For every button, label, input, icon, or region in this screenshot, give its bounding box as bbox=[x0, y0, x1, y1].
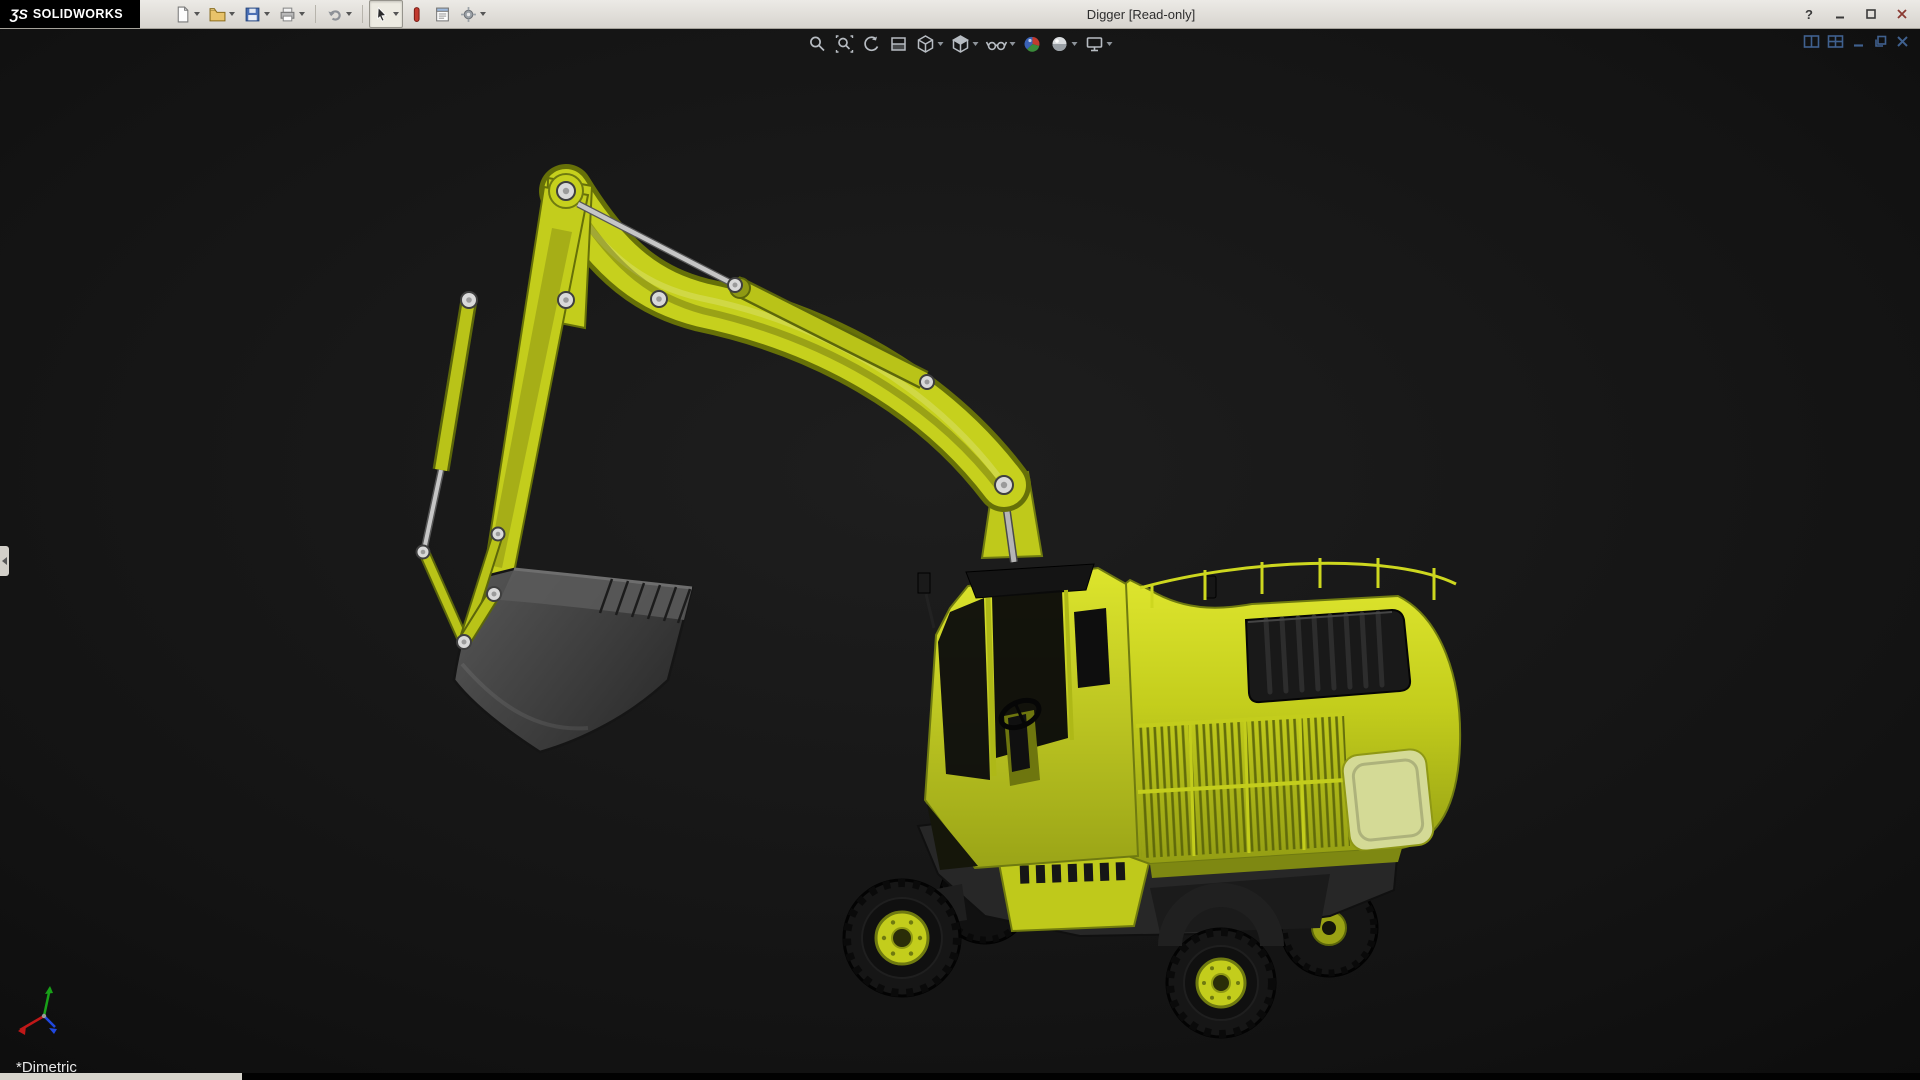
zoom-to-fit-button[interactable] bbox=[806, 32, 830, 56]
view-settings-button[interactable] bbox=[1083, 32, 1115, 56]
view-orientation-button[interactable] bbox=[914, 32, 946, 56]
minimize-icon bbox=[1836, 16, 1844, 19]
graphics-viewport[interactable]: *Dimetric bbox=[0, 28, 1920, 1080]
help-button[interactable]: ? bbox=[1797, 4, 1821, 24]
dropdown-caret-icon bbox=[194, 12, 200, 16]
dropdown-caret-icon bbox=[229, 12, 235, 16]
close-button[interactable] bbox=[1890, 4, 1914, 24]
hide-show-glasses-icon bbox=[985, 41, 1008, 51]
instant3d-icon bbox=[413, 6, 420, 22]
hide-show-items-button[interactable] bbox=[984, 32, 1018, 56]
featuremanager-collapse-tab[interactable] bbox=[0, 546, 9, 576]
dropdown-caret-icon bbox=[480, 12, 486, 16]
select-arrow-icon bbox=[377, 6, 387, 22]
open-button[interactable] bbox=[205, 0, 239, 28]
edit-appearance-sphere-icon bbox=[1024, 36, 1040, 52]
minimize-document-button[interactable] bbox=[1851, 34, 1866, 49]
dropdown-caret-icon bbox=[972, 42, 979, 46]
split-view-button[interactable] bbox=[1803, 34, 1820, 49]
dropdown-caret-icon bbox=[393, 12, 399, 16]
zoom-to-fit-icon bbox=[810, 36, 825, 52]
restore-document-button[interactable] bbox=[1873, 34, 1888, 49]
maximize-icon bbox=[1866, 9, 1876, 19]
edit-appearance-button[interactable] bbox=[1021, 32, 1045, 56]
close-document-button[interactable] bbox=[1895, 34, 1910, 49]
status-bar bbox=[0, 1073, 1920, 1080]
wheel-rear-left[interactable] bbox=[1165, 927, 1277, 1039]
zoom-to-area-icon bbox=[835, 35, 854, 53]
collapse-arrow-icon bbox=[2, 557, 7, 565]
new-document-button[interactable] bbox=[170, 0, 204, 28]
windshield bbox=[938, 598, 990, 780]
view-settings-icon bbox=[1086, 37, 1103, 52]
print-icon bbox=[280, 7, 295, 21]
four-view-button[interactable] bbox=[1827, 34, 1844, 49]
view-orientation-cube-icon bbox=[917, 35, 934, 53]
select-tool-button[interactable] bbox=[369, 0, 403, 28]
engine-hood[interactable] bbox=[1244, 608, 1412, 704]
options-gear-icon bbox=[461, 6, 476, 22]
sheet-properties-icon bbox=[436, 7, 449, 21]
heads-up-view-toolbar bbox=[806, 30, 1115, 58]
undo-button[interactable] bbox=[322, 0, 356, 28]
display-style-button[interactable] bbox=[949, 32, 981, 56]
solidworks-logo: ƷS SOLIDWORKS bbox=[0, 0, 140, 28]
close-document-icon bbox=[1897, 36, 1908, 47]
undo-icon bbox=[328, 9, 341, 21]
previous-view-button[interactable] bbox=[860, 32, 884, 56]
split-view-icon bbox=[1803, 35, 1820, 48]
save-floppy-icon bbox=[245, 7, 260, 21]
display-style-cube-icon bbox=[951, 35, 970, 53]
close-icon bbox=[1897, 9, 1907, 19]
title-bar: ƷS SOLIDWORKS Digger [Read-only] ? bbox=[0, 0, 1920, 29]
toolbar-separator bbox=[315, 5, 316, 23]
model-canvas[interactable] bbox=[0, 28, 1920, 1080]
status-bar-left-segment bbox=[0, 1073, 242, 1080]
minimize-button[interactable] bbox=[1828, 4, 1852, 24]
minimize-document-icon bbox=[1854, 44, 1863, 47]
restore-document-icon bbox=[1875, 35, 1887, 47]
apply-scene-sphere-icon bbox=[1052, 37, 1067, 51]
rear-quarter-window bbox=[1341, 748, 1435, 852]
dropdown-caret-icon bbox=[1106, 42, 1113, 46]
apply-scene-button[interactable] bbox=[1048, 32, 1080, 56]
print-button[interactable] bbox=[275, 0, 309, 28]
instant3d-button[interactable] bbox=[404, 0, 429, 28]
new-document-icon bbox=[177, 6, 189, 22]
options-button[interactable] bbox=[456, 0, 490, 28]
open-folder-icon bbox=[209, 7, 226, 21]
dropdown-caret-icon bbox=[937, 42, 944, 46]
logo-brand-text: SOLIDWORKS bbox=[32, 7, 123, 21]
logo-3ds-glyph: ƷS bbox=[10, 6, 28, 22]
rear-cab-window bbox=[1074, 608, 1110, 688]
main-toolbar bbox=[170, 0, 490, 28]
four-view-icon bbox=[1827, 35, 1844, 48]
mirror bbox=[917, 572, 931, 594]
dropdown-caret-icon bbox=[299, 12, 305, 16]
section-view-button[interactable] bbox=[887, 32, 911, 56]
window-controls: ? bbox=[1797, 0, 1914, 28]
dropdown-caret-icon bbox=[264, 12, 270, 16]
wheel-front-left[interactable] bbox=[842, 878, 962, 998]
maximize-button[interactable] bbox=[1859, 4, 1883, 24]
previous-view-icon bbox=[864, 36, 879, 52]
section-view-icon bbox=[891, 37, 906, 51]
cab[interactable] bbox=[917, 563, 1140, 870]
dropdown-caret-icon bbox=[1009, 42, 1016, 46]
dropdown-caret-icon bbox=[1071, 42, 1078, 46]
toolbar-separator bbox=[362, 5, 363, 23]
zoom-to-area-button[interactable] bbox=[833, 32, 857, 56]
document-window-controls bbox=[1803, 34, 1910, 49]
sheet-properties-button[interactable] bbox=[430, 0, 455, 28]
window-title: Digger [Read-only] bbox=[1086, 6, 1196, 22]
upper-body[interactable] bbox=[1118, 558, 1462, 878]
save-button[interactable] bbox=[240, 0, 274, 28]
dropdown-caret-icon bbox=[346, 12, 352, 16]
